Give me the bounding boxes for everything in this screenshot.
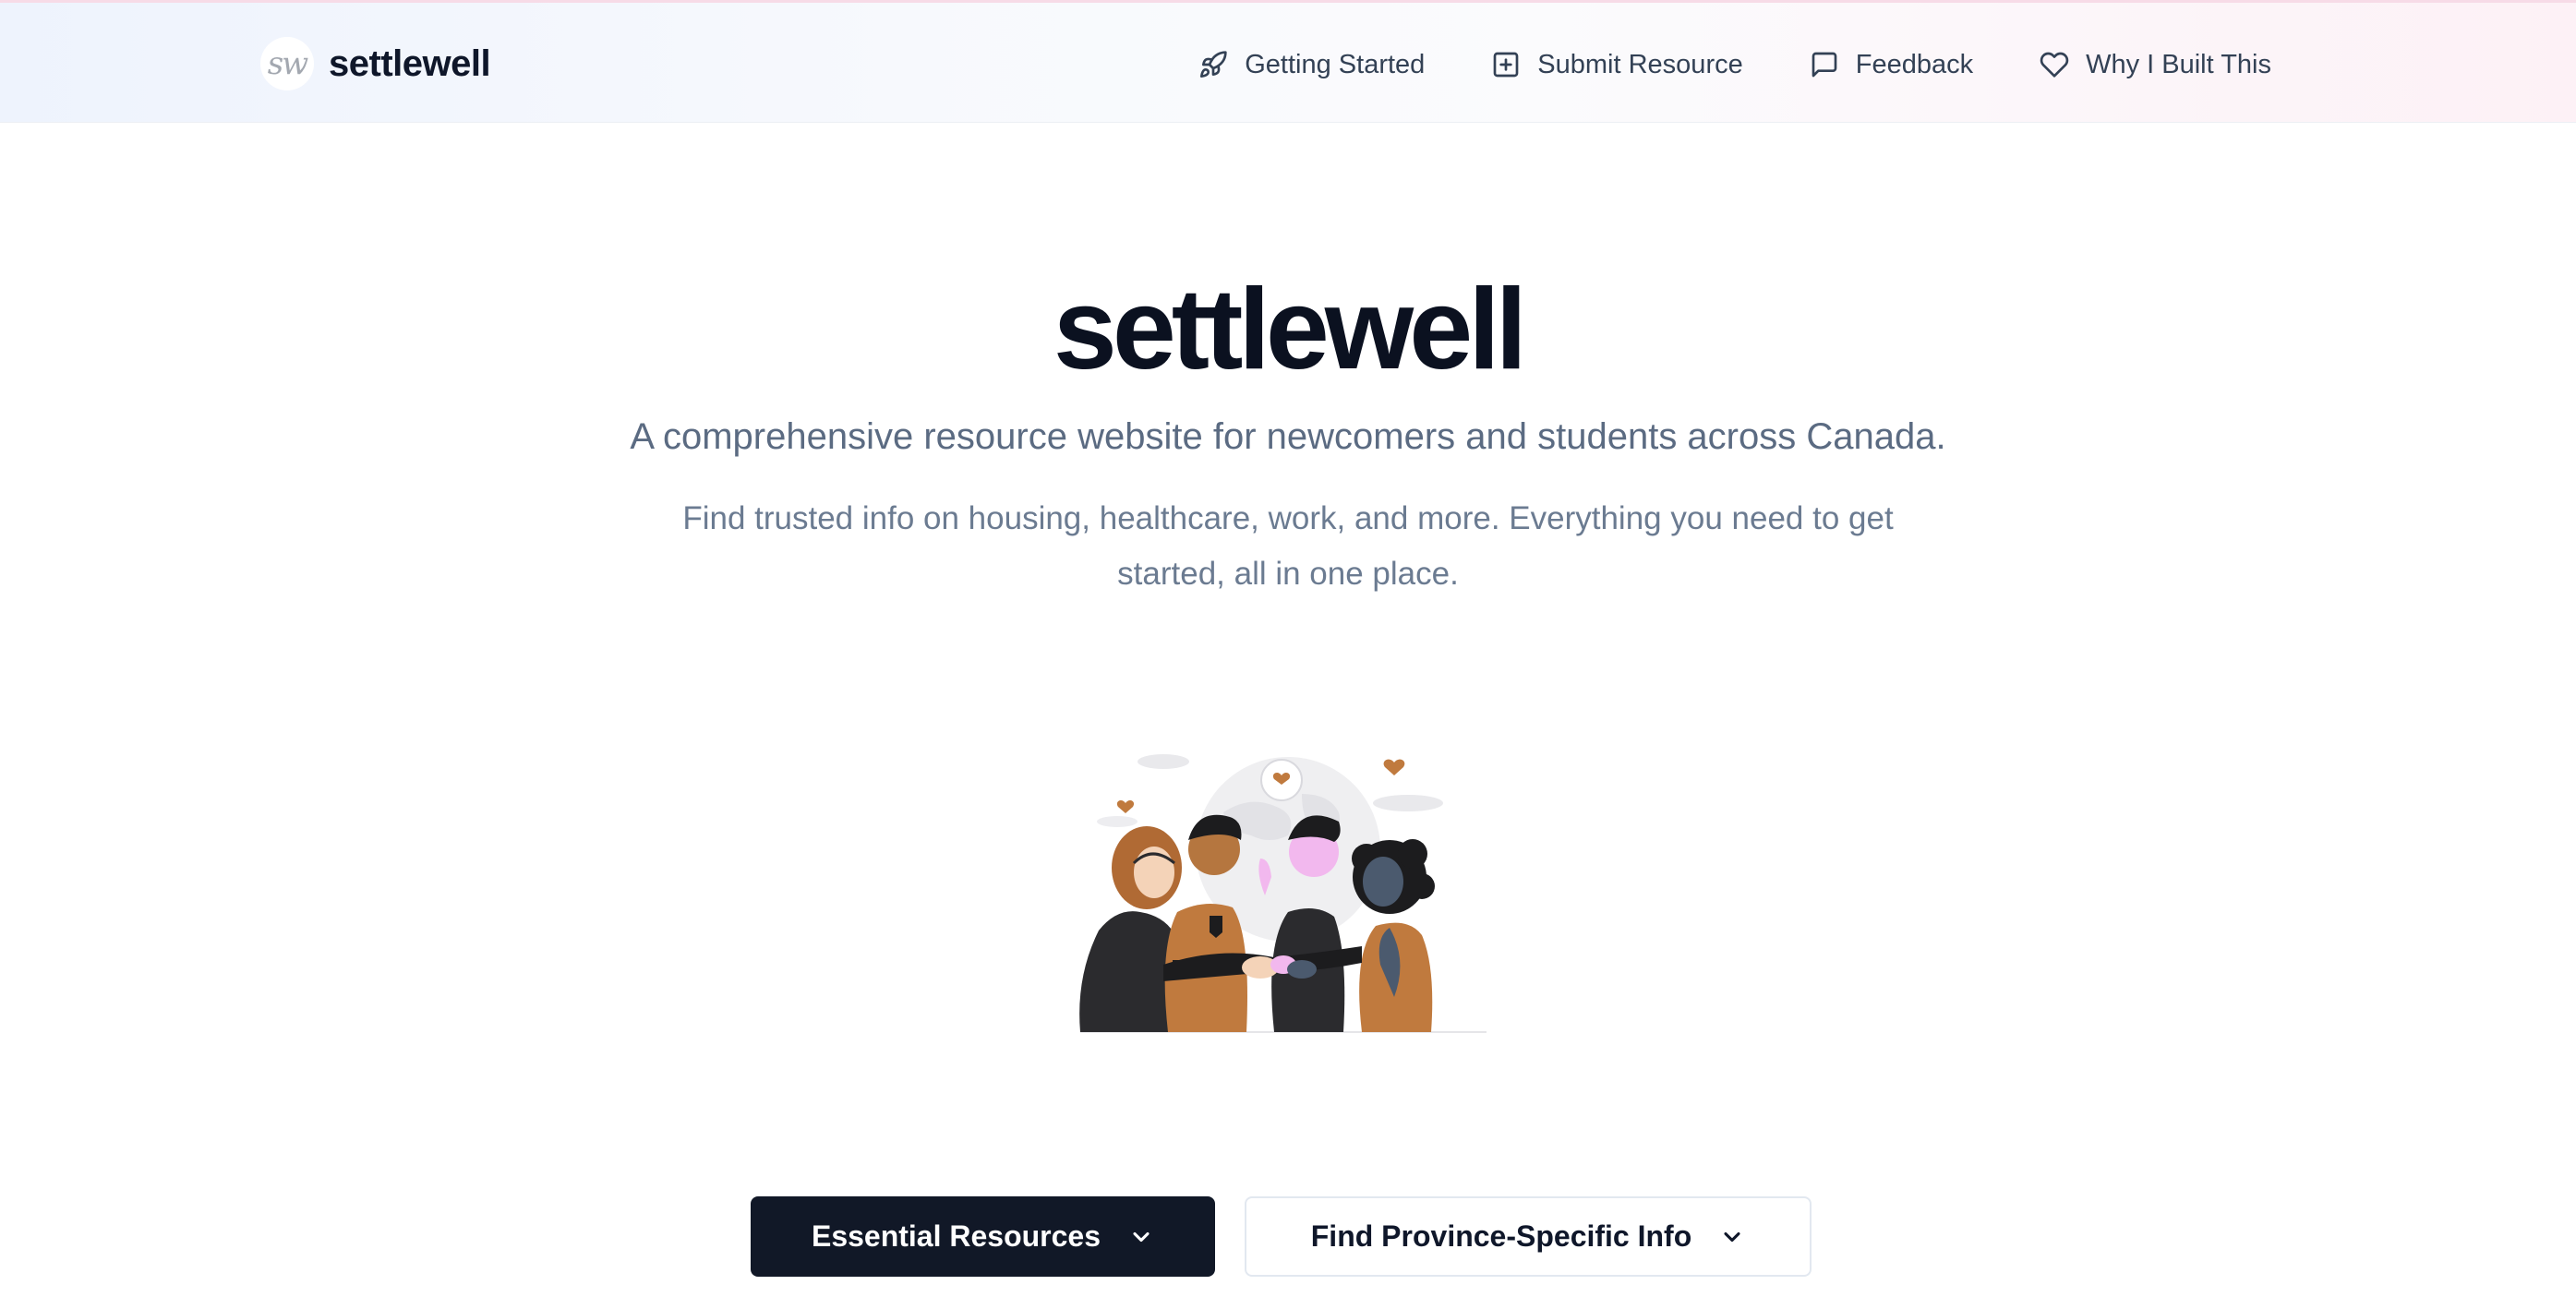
brand-logo: sw — [260, 37, 314, 90]
chevron-down-icon — [1724, 1231, 1740, 1242]
hero-subtitle: A comprehensive resource website for new… — [630, 416, 1946, 457]
nav-feedback[interactable]: Feedback — [1810, 50, 1973, 80]
rocket-icon — [1200, 51, 1227, 78]
nav-getting-started[interactable]: Getting Started — [1198, 50, 1425, 80]
province-info-dropdown[interactable]: Find Province-Specific Info — [1245, 1196, 1812, 1277]
nav-label: Feedback — [1855, 49, 1974, 79]
heart-icon — [2040, 52, 2069, 78]
brand-name: settlewell — [329, 42, 491, 84]
plus-square-icon — [1493, 52, 1519, 78]
top-navbar: sw settlewell Getting Started Submit Res… — [0, 0, 2576, 123]
nav-label: Why I Built This — [2086, 49, 2271, 79]
main-nav: Getting Started Submit Resource Feedback… — [1198, 40, 2271, 90]
province-info-label: Find Province-Specific Info — [1310, 1219, 1692, 1253]
essential-resources-label: Essential Resources — [811, 1219, 1101, 1253]
community-people-illustration — [1079, 754, 1487, 1033]
nav-why-i-built-this[interactable]: Why I Built This — [2040, 50, 2271, 80]
essential-resources-dropdown[interactable]: Essential Resources — [751, 1196, 1215, 1277]
hero-title: settlewell — [1053, 266, 1527, 393]
nav-label: Submit Resource — [1537, 49, 1743, 79]
nav-submit-resource[interactable]: Submit Resource — [1491, 49, 1743, 80]
message-square-icon — [1812, 52, 1837, 78]
brand-home-link[interactable]: sw settlewell — [260, 36, 491, 91]
nav-label: Getting Started — [1245, 49, 1426, 79]
hero-description: Find trusted info on housing, healthcare… — [682, 500, 1894, 592]
chevron-down-icon — [1133, 1231, 1150, 1242]
